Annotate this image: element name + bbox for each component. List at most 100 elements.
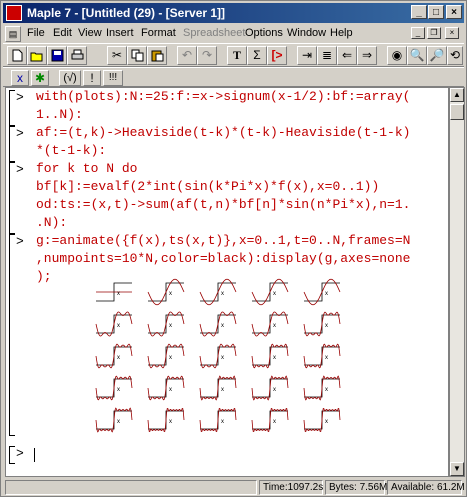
execution-group-bracket[interactable] <box>9 162 15 234</box>
back-icon[interactable]: ⇐ <box>337 46 357 65</box>
frame-axis-label: x <box>273 291 276 297</box>
new-icon[interactable] <box>7 46 27 65</box>
animation-frame: x <box>303 375 341 401</box>
text-icon[interactable]: T <box>227 46 247 65</box>
execution-group-bracket[interactable] <box>9 234 15 436</box>
title-bar: Maple 7 - [Untitled (29) - [Server 1]] _… <box>3 3 464 23</box>
menu-window[interactable]: Window <box>287 27 326 39</box>
animation-frame: x <box>303 311 341 337</box>
frame-axis-label: x <box>169 419 172 425</box>
status-available: Available: 61.2M <box>387 480 465 495</box>
frame-axis-label: x <box>169 387 172 393</box>
minimize-button[interactable]: _ <box>411 5 427 19</box>
maple-app-icon[interactable] <box>6 5 22 21</box>
prompt-1: > <box>16 90 24 105</box>
unsection-icon[interactable]: ≣ <box>317 46 337 65</box>
stop-icon[interactable]: ◉ <box>387 46 407 65</box>
menu-edit[interactable]: Edit <box>53 27 72 39</box>
zoom-in-icon[interactable]: 🔍 <box>407 46 427 65</box>
maple-leaf-icon[interactable]: ✱ <box>31 70 49 86</box>
input-line-3c[interactable]: od:ts:=(x,t)->sum(af(t,n)*bf[n]*sin(n*Pi… <box>36 196 410 214</box>
print-icon[interactable] <box>67 46 87 65</box>
text-cursor <box>34 448 35 462</box>
status-time: Time:1097.2s <box>259 480 323 495</box>
open-icon[interactable] <box>27 46 47 65</box>
execution-group-bracket[interactable] <box>9 90 15 126</box>
execute-button[interactable]: ! <box>83 70 101 86</box>
menu-file[interactable]: File <box>27 27 45 39</box>
animation-frame: x <box>303 408 341 432</box>
section-icon[interactable]: ⇥ <box>297 46 317 65</box>
menu-bar: ▤ File Edit View Insert Format Spreadshe… <box>3 25 464 43</box>
animation-frame: x <box>303 278 341 306</box>
worksheet-area[interactable]: > with(plots):N:=25:f:=x->signum(x-1/2):… <box>5 87 449 477</box>
prompt-icon[interactable]: [> <box>267 46 287 65</box>
menu-spreadsheet[interactable]: Spreadsheet <box>183 27 245 39</box>
input-line-3a[interactable]: for k to N do <box>36 160 137 178</box>
frame-axis-label: x <box>273 323 276 329</box>
frame-axis-label: x <box>117 419 120 425</box>
menu-help[interactable]: Help <box>330 27 353 39</box>
input-line-3d[interactable]: .N): <box>36 214 67 232</box>
menu-format[interactable]: Format <box>141 27 176 39</box>
copy-icon[interactable] <box>127 46 147 65</box>
undo-icon[interactable]: ↶ <box>177 46 197 65</box>
frame-axis-label: x <box>221 387 224 393</box>
window-title: Maple 7 - [Untitled (29) - [Server 1]] <box>27 6 226 20</box>
input-line-4b[interactable]: ,numpoints=10*N,color=black):display(g,a… <box>36 250 410 268</box>
animation-frame: x <box>95 375 133 401</box>
menu-view[interactable]: View <box>78 27 102 39</box>
input-line-4c[interactable]: ); <box>36 268 52 286</box>
maple-window: Maple 7 - [Untitled (29) - [Server 1]] _… <box>0 0 467 497</box>
vertical-scrollbar[interactable]: ▲ ▼ <box>449 87 465 477</box>
redo-icon[interactable]: ↷ <box>197 46 217 65</box>
sigma-icon[interactable]: Σ <box>247 46 267 65</box>
main-toolbar: ✂ ↶ ↷ T Σ [> ⇥ ≣ ⇐ ⇒ ◉ 🔍 🔎 ⟲ <box>3 43 464 67</box>
frame-axis-label: x <box>273 387 276 393</box>
input-line-4a[interactable]: g:=animate({f(x),ts(x,t)},x=0..1,t=0..N,… <box>36 232 410 250</box>
animation-frame: x <box>147 278 185 306</box>
animation-frame: x <box>95 311 133 337</box>
save-icon[interactable] <box>47 46 67 65</box>
animation-frame: x <box>95 343 133 369</box>
animation-frame: x <box>251 278 289 306</box>
animation-frame: x <box>251 311 289 337</box>
frame-axis-label: x <box>325 387 328 393</box>
forward-icon[interactable]: ⇒ <box>357 46 377 65</box>
scroll-thumb[interactable] <box>450 104 464 120</box>
animation-frame: x <box>95 407 133 433</box>
scroll-up-arrow[interactable]: ▲ <box>450 88 464 102</box>
input-line-1b[interactable]: 1..N): <box>36 106 83 124</box>
animation-frame: x <box>147 408 185 432</box>
execution-group-bracket[interactable] <box>9 126 15 162</box>
input-line-2a[interactable]: af:=(t,k)->Heaviside(t-k)*(t-k)-Heavisid… <box>36 124 410 142</box>
animation-frame: x <box>303 343 341 369</box>
menu-options[interactable]: Options <box>245 27 283 39</box>
restart-icon[interactable]: ⟲ <box>447 46 463 65</box>
prompt-3: > <box>16 162 24 177</box>
document-menu-icon[interactable]: ▤ <box>5 26 21 42</box>
cut-icon[interactable]: ✂ <box>107 46 127 65</box>
doc-close-button[interactable]: × <box>445 27 459 39</box>
doc-restore-button[interactable]: ❐ <box>427 27 441 39</box>
frame-axis-label: x <box>325 419 328 425</box>
doc-minimize-button[interactable]: _ <box>411 27 425 39</box>
execute-all-button[interactable]: !!! <box>103 70 123 86</box>
prompt-4: > <box>16 234 24 249</box>
scroll-down-arrow[interactable]: ▼ <box>450 462 464 476</box>
paste-icon[interactable] <box>147 46 167 65</box>
maximize-button[interactable]: □ <box>428 5 444 19</box>
text-mode-button[interactable]: (√) <box>59 70 81 86</box>
input-line-1a[interactable]: with(plots):N:=25:f:=x->signum(x-1/2):bf… <box>36 88 410 106</box>
math-mode-button[interactable]: x <box>11 70 29 86</box>
execution-group-bracket[interactable] <box>9 446 15 464</box>
input-line-3b[interactable]: bf[k]:=evalf(2*int(sin(k*Pi*x)*f(x),x=0.… <box>36 178 379 196</box>
input-line-2b[interactable]: *(t-1-k): <box>36 142 106 160</box>
frame-axis-label: x <box>221 419 224 425</box>
menu-insert[interactable]: Insert <box>106 27 134 39</box>
frame-axis-label: x <box>221 355 224 361</box>
close-button[interactable]: × <box>446 5 462 19</box>
zoom-out-icon[interactable]: 🔎 <box>427 46 447 65</box>
frame-axis-label: x <box>221 323 224 329</box>
animation-frame: x <box>251 408 289 432</box>
